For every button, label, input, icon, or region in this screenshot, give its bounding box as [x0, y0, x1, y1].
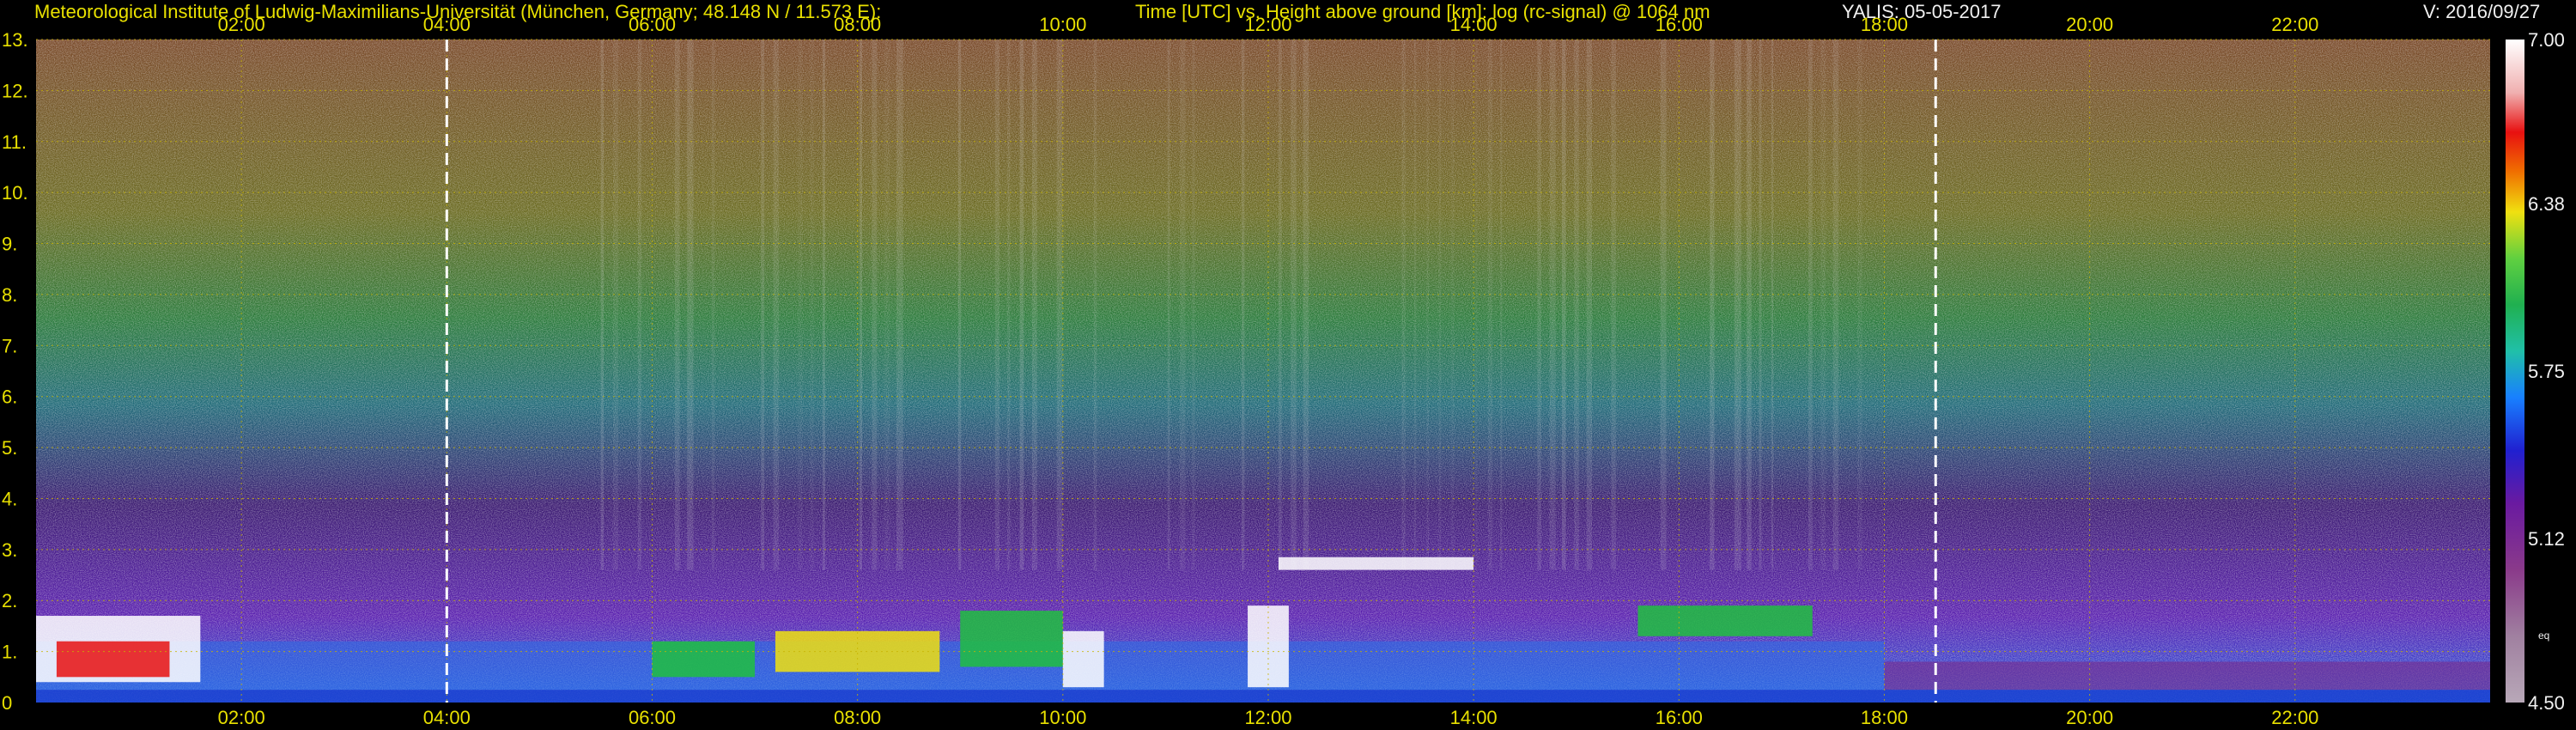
x-tick-label-bottom: 14:00: [1450, 707, 1498, 728]
x-tick-label-bottom: 06:00: [629, 707, 676, 728]
x-tick-label-top: 10:00: [1039, 14, 1086, 35]
cloud-layer: [960, 611, 1063, 667]
aerosol-layer-evening: [1884, 661, 2490, 690]
surface-layer: [36, 690, 2490, 703]
header-institute: Meteorological Institute of Ludwig-Maxim…: [34, 1, 882, 22]
x-tick-label-bottom: 04:00: [423, 707, 471, 728]
cloud-layer: [1637, 605, 1813, 636]
header-date: YALIS: 05-05-2017: [1842, 1, 2002, 22]
cloud-layer: [1278, 557, 1474, 570]
colorbar-tick-label: 5.75: [2528, 361, 2565, 382]
cloud-layer: [1062, 630, 1104, 688]
y-tick-label: 3.: [2, 539, 17, 561]
x-tick-label-bottom: 02:00: [218, 707, 265, 728]
x-tick-label-bottom: 18:00: [1861, 707, 1908, 728]
y-tick-label: 5.: [2, 437, 17, 459]
y-tick-label: 1.: [2, 642, 17, 663]
signal-noise: [36, 40, 2490, 703]
x-tick-label-top: 22:00: [2271, 14, 2318, 35]
x-tick-label-bottom: 08:00: [834, 707, 881, 728]
colorbar-tick-label: 6.38: [2528, 193, 2565, 216]
x-tick-label-top: 20:00: [2066, 14, 2113, 35]
colorbar-note: eq: [2538, 630, 2550, 642]
y-tick-label: 9.: [2, 234, 17, 255]
cloud-layer: [56, 641, 170, 678]
y-tick-label: 0: [2, 692, 12, 714]
y-tick-label: 2.: [2, 590, 17, 611]
y-tick-label: 6.: [2, 386, 17, 408]
colorbar-tick-label: 7.00: [2528, 29, 2565, 51]
header-version: V: 2016/09/27: [2423, 1, 2541, 22]
colorbar-tick-label: 5.12: [2528, 527, 2565, 550]
lidar-chart: 02:0002:0004:0004:0006:0006:0008:0008:00…: [2, 14, 2490, 728]
header-title: Time [UTC] vs. Height above ground [km]:…: [1135, 1, 1710, 22]
y-tick-label: 10.: [2, 182, 28, 204]
y-tick-label: 7.: [2, 335, 17, 356]
y-tick-label: 8.: [2, 284, 17, 306]
x-tick-label-bottom: 10:00: [1039, 707, 1086, 728]
y-tick-label: 13.: [2, 29, 28, 51]
y-tick-label: 12.: [2, 80, 28, 101]
colorbar-tick-label: 4.50: [2528, 692, 2565, 714]
x-tick-label-bottom: 16:00: [1656, 707, 1703, 728]
x-tick-label-bottom: 22:00: [2271, 707, 2318, 728]
x-tick-label-bottom: 12:00: [1244, 707, 1291, 728]
y-tick-label: 4.: [2, 488, 17, 509]
y-tick-label: 11.: [2, 131, 27, 153]
cloud-layer: [652, 641, 756, 678]
colorbar: [2506, 40, 2524, 703]
x-tick-label-bottom: 20:00: [2066, 707, 2113, 728]
